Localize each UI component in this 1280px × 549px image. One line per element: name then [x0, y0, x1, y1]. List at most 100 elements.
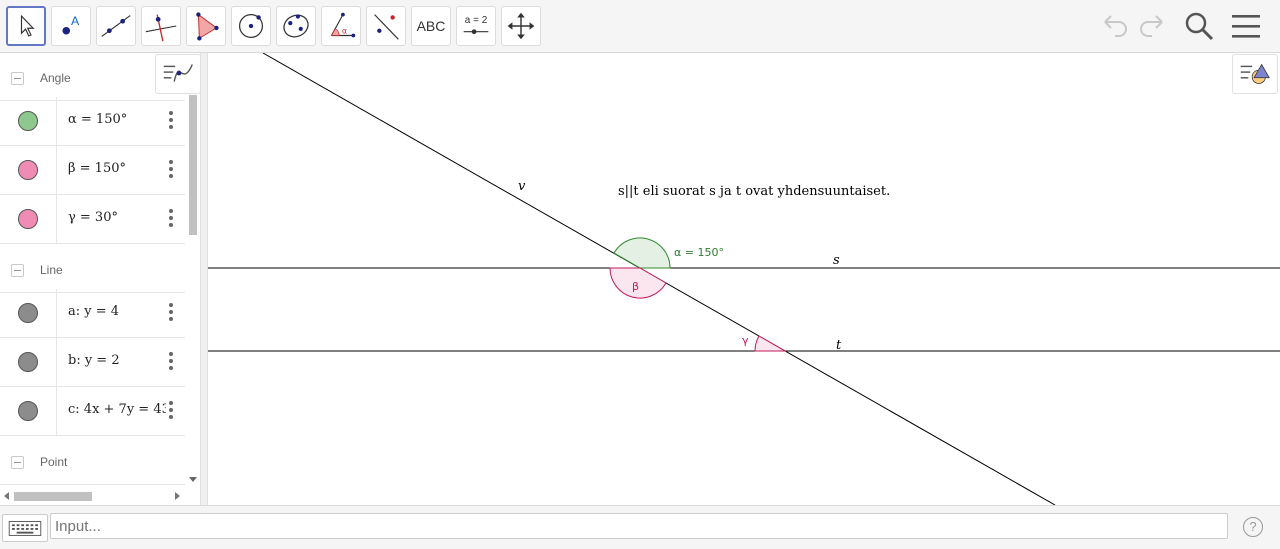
group-label: Point	[40, 455, 68, 469]
algebra-horizontal-scrollbar[interactable]	[0, 489, 186, 503]
slider-tool-button[interactable]: a = 2	[456, 6, 496, 46]
view-splitter[interactable]	[200, 53, 208, 505]
perpendicular-line-icon	[145, 14, 177, 42]
more-options-icon[interactable]	[166, 208, 176, 230]
algebra-item-gamma[interactable]: γ = 30°	[0, 195, 185, 244]
algebra-item-text[interactable]: β = 150°	[68, 161, 166, 176]
toolbar: A α ABC a = 2	[0, 0, 1280, 53]
collapse-icon[interactable]	[11, 72, 24, 85]
circle-tool-button[interactable]	[231, 6, 271, 46]
search-button[interactable]	[1181, 8, 1217, 44]
scroll-right-arrow-icon[interactable]	[175, 492, 180, 500]
group-label: Line	[40, 263, 63, 277]
perpendicular-line-tool-button[interactable]	[141, 6, 181, 46]
keyboard-button[interactable]	[2, 514, 48, 542]
visibility-dot-icon[interactable]	[18, 160, 38, 180]
angle-alpha-sector[interactable]	[613, 237, 671, 269]
algebra-item-text[interactable]: b: y = 2	[68, 353, 166, 368]
undo-button[interactable]	[1097, 8, 1133, 44]
visibility-toggle[interactable]	[0, 195, 57, 243]
algebra-vertical-scrollbar[interactable]	[186, 53, 200, 489]
move-graphics-tool-button[interactable]	[501, 6, 541, 46]
algebra-item-alpha[interactable]: α = 150°	[0, 97, 185, 146]
main-menu-button[interactable]	[1228, 8, 1264, 44]
scrollbar-thumb[interactable]	[14, 492, 92, 501]
reflect-line-icon	[374, 14, 399, 40]
more-options-icon[interactable]	[166, 302, 176, 324]
algebra-style-bar-button[interactable]	[155, 54, 201, 94]
algebra-item-beta[interactable]: β = 150°	[0, 146, 185, 195]
algebra-view: Angle α = 150° β = 150° γ = 30° Line a: …	[0, 53, 200, 505]
keyboard-icon	[8, 521, 42, 536]
graphics-view[interactable]: v s t α = 150° β γ s||t eli suorat s ja …	[208, 53, 1280, 505]
angle-icon: α	[330, 12, 356, 38]
label-t[interactable]: t	[836, 338, 842, 353]
scrollbar-thumb[interactable]	[189, 95, 197, 235]
input-bar: ?	[0, 505, 1280, 549]
more-options-icon[interactable]	[166, 400, 176, 422]
ellipse-icon	[283, 14, 309, 38]
more-options-icon[interactable]	[166, 110, 176, 132]
label-gamma[interactable]: γ	[742, 334, 749, 347]
point-tool-button[interactable]: A	[51, 6, 91, 46]
graphics-canvas[interactable]: v s t α = 150° β γ s||t eli suorat s ja …	[208, 53, 1280, 505]
scroll-down-arrow-icon[interactable]	[189, 477, 197, 482]
angle-gamma-sector[interactable]	[754, 335, 787, 352]
collapse-icon[interactable]	[11, 264, 24, 277]
algebra-item-text[interactable]: c: 4x + 7y = 43	[68, 402, 166, 417]
algebra-item-text[interactable]: a: y = 4	[68, 304, 166, 319]
algebra-item-text[interactable]: α = 150°	[68, 112, 166, 127]
visibility-toggle[interactable]	[0, 338, 57, 386]
visibility-dot-icon[interactable]	[18, 303, 38, 323]
svg-text:α: α	[342, 27, 347, 36]
move-arrows-icon	[507, 12, 535, 40]
svg-text:A: A	[71, 14, 80, 28]
reflect-tool-button[interactable]	[366, 6, 406, 46]
angle-tool-button[interactable]: α	[321, 6, 361, 46]
search-icon	[1185, 12, 1214, 41]
visibility-dot-icon[interactable]	[18, 209, 38, 229]
line-tool-button[interactable]	[96, 6, 136, 46]
algebra-style-icon	[163, 64, 193, 82]
visibility-toggle[interactable]	[0, 146, 57, 194]
algebra-item-line-b[interactable]: b: y = 2	[0, 338, 185, 387]
text-tool-button[interactable]: ABC	[411, 6, 451, 46]
group-label: Angle	[40, 71, 71, 85]
redo-button[interactable]	[1134, 8, 1170, 44]
algebra-item-text[interactable]: γ = 30°	[68, 210, 166, 225]
visibility-toggle[interactable]	[0, 97, 57, 145]
label-beta[interactable]: β	[632, 280, 639, 293]
circle-icon	[238, 13, 264, 39]
ellipse-tool-button[interactable]	[276, 6, 316, 46]
undo-icon	[1104, 15, 1127, 37]
text-tool-label: ABC	[416, 18, 446, 34]
polygon-tool-button[interactable]	[186, 6, 226, 46]
more-options-icon[interactable]	[166, 351, 176, 373]
group-header-line[interactable]: Line	[0, 247, 185, 293]
algebra-item-line-c[interactable]: c: 4x + 7y = 43	[0, 387, 185, 436]
slider-icon	[463, 29, 489, 35]
algebra-item-line-a[interactable]: a: y = 4	[0, 289, 185, 338]
collapse-icon[interactable]	[11, 456, 24, 469]
group-header-point[interactable]: Point	[0, 439, 185, 485]
more-options-icon[interactable]	[166, 159, 176, 181]
visibility-toggle[interactable]	[0, 289, 57, 337]
visibility-dot-icon[interactable]	[18, 352, 38, 372]
graphics-style-icon	[1240, 63, 1270, 84]
cursor-arrow-icon	[20, 14, 35, 37]
label-v[interactable]: v	[518, 179, 526, 194]
label-alpha[interactable]: α = 150°	[674, 246, 724, 259]
label-s[interactable]: s	[833, 253, 840, 268]
redo-icon	[1140, 15, 1163, 37]
scroll-left-arrow-icon[interactable]	[4, 492, 9, 500]
algebra-input-field[interactable]	[50, 513, 1228, 539]
visibility-dot-icon[interactable]	[18, 111, 38, 131]
graphics-style-bar-button[interactable]	[1232, 54, 1278, 94]
move-tool-button[interactable]	[6, 6, 46, 46]
visibility-dot-icon[interactable]	[18, 401, 38, 421]
parallel-statement-text[interactable]: s||t eli suorat s ja t ovat yhdensuuntai…	[618, 184, 890, 199]
help-button[interactable]: ?	[1243, 517, 1263, 537]
polygon-icon	[196, 12, 219, 41]
line-icon	[101, 15, 131, 37]
visibility-toggle[interactable]	[0, 387, 57, 435]
